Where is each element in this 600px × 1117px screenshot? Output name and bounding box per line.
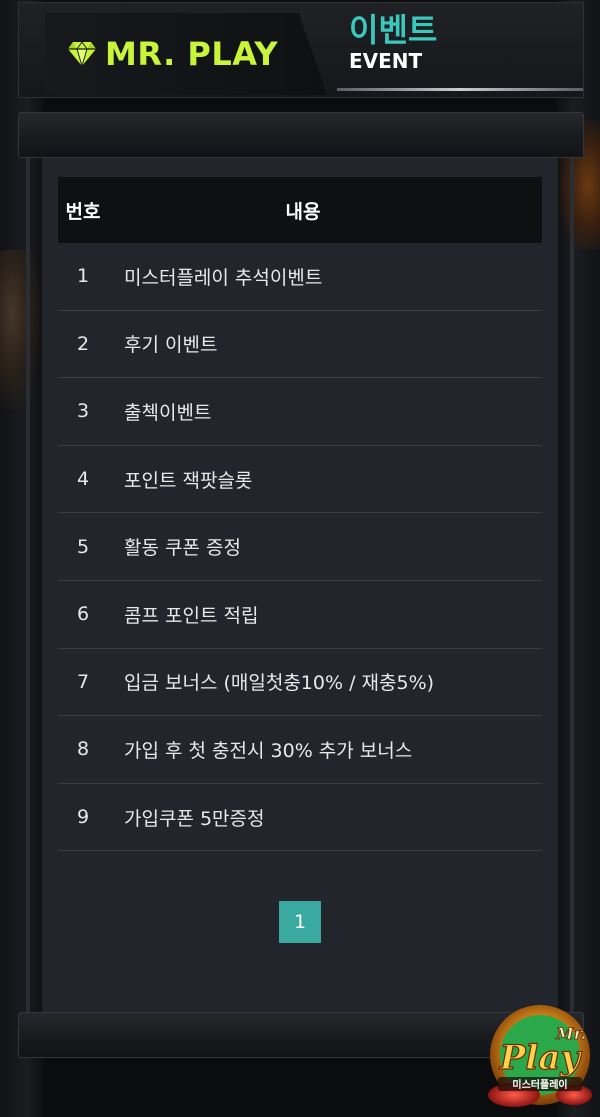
background-pillar-left	[0, 0, 44, 1117]
title-underline	[337, 88, 583, 91]
row-number: 7	[76, 670, 90, 693]
table-row[interactable]: 2 후기 이벤트	[58, 311, 542, 379]
row-number: 3	[76, 400, 90, 423]
table-header: 번호 내용	[58, 177, 542, 243]
frame-post-left	[26, 158, 30, 1014]
row-number: 9	[76, 806, 90, 829]
table-row[interactable]: 6 콤프 포인트 적립	[58, 581, 542, 649]
page-title: 이벤트 EVENT	[349, 11, 437, 73]
table-row[interactable]: 1 미스터플레이 추석이벤트	[58, 243, 542, 311]
row-number: 2	[76, 332, 90, 355]
page-title-korean: 이벤트	[349, 11, 438, 49]
page-header: MR. PLAY 이벤트 EVENT	[18, 2, 584, 98]
corner-brand-badge[interactable]: Mr. Play 미스터플레이	[484, 999, 596, 1111]
row-number: 4	[76, 468, 90, 491]
row-number: 6	[76, 603, 90, 626]
event-list: 1 미스터플레이 추석이벤트 2 후기 이벤트 3 출첵이벤트 4 포인트 잭팟…	[58, 243, 542, 852]
column-header-content: 내용	[285, 200, 321, 223]
pagination-page-button[interactable]: 1	[279, 901, 321, 943]
frame-post-right	[570, 158, 574, 1014]
diamond-icon	[67, 39, 97, 69]
brand-name: MR. PLAY	[105, 35, 279, 73]
badge-text-korean: 미스터플레이	[512, 1078, 567, 1091]
row-number: 8	[76, 738, 90, 761]
table-row[interactable]: 9 가입쿠폰 5만증정	[58, 784, 542, 852]
column-header-number: 번호	[65, 200, 101, 223]
page-title-english: EVENT	[349, 49, 423, 73]
row-title-link[interactable]: 가입쿠폰 5만증정	[124, 804, 265, 831]
background-figure	[0, 250, 40, 410]
row-title-link[interactable]: 후기 이벤트	[124, 330, 217, 357]
table-row[interactable]: 4 포인트 잭팟슬롯	[58, 446, 542, 514]
scroll-bar-top	[18, 112, 584, 158]
row-title-link[interactable]: 포인트 잭팟슬롯	[124, 466, 252, 493]
row-title-link[interactable]: 가입 후 첫 충전시 30% 추가 보너스	[124, 736, 412, 763]
row-title-link[interactable]: 활동 쿠폰 증정	[124, 533, 241, 560]
row-title-link[interactable]: 입금 보너스 (매일첫충10% / 재충5%)	[124, 668, 434, 695]
table-row[interactable]: 7 입금 보너스 (매일첫충10% / 재충5%)	[58, 649, 542, 717]
row-title-link[interactable]: 미스터플레이 추석이벤트	[124, 263, 322, 290]
table-row[interactable]: 5 활동 쿠폰 증정	[58, 513, 542, 581]
table-row[interactable]: 3 출첵이벤트	[58, 378, 542, 446]
row-number: 1	[76, 265, 90, 288]
row-title-link[interactable]: 출첵이벤트	[124, 398, 211, 425]
row-title-link[interactable]: 콤프 포인트 적립	[124, 601, 258, 628]
event-board-panel: 번호 내용 1 미스터플레이 추석이벤트 2 후기 이벤트 3 출첵이벤트 4 …	[42, 158, 558, 1014]
row-number: 5	[76, 535, 90, 558]
table-row[interactable]: 8 가입 후 첫 충전시 30% 추가 보너스	[58, 716, 542, 784]
badge-text-play: Play	[499, 1038, 583, 1078]
brand-logo[interactable]: MR. PLAY	[45, 13, 327, 95]
